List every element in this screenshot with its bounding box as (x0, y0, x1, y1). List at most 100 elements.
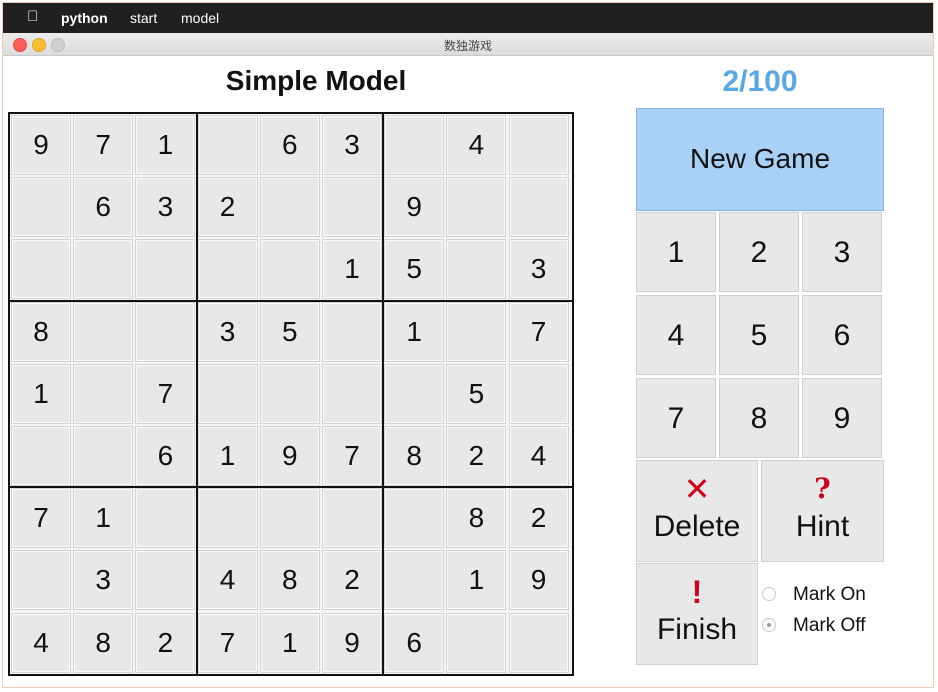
keypad-2-button[interactable]: 2 (719, 212, 799, 292)
sudoku-cell[interactable] (259, 488, 320, 549)
keypad-9-button[interactable]: 9 (802, 378, 882, 458)
sudoku-cell[interactable] (11, 426, 71, 486)
mark-on-radio-circle[interactable] (762, 587, 776, 601)
sudoku-cell[interactable]: 1 (197, 426, 258, 486)
sudoku-cell[interactable]: 7 (197, 612, 258, 673)
sudoku-cell[interactable]: 8 (259, 550, 320, 611)
sudoku-cell[interactable] (384, 488, 445, 549)
sudoku-cell[interactable] (197, 239, 258, 300)
sudoku-cell[interactable] (508, 115, 569, 175)
sudoku-cell[interactable] (73, 426, 134, 486)
keypad-4-button[interactable]: 4 (636, 295, 716, 375)
sudoku-cell[interactable] (197, 115, 258, 175)
keypad-3-button[interactable]: 3 (802, 212, 882, 292)
sudoku-cell[interactable] (446, 239, 507, 300)
sudoku-cell[interactable] (135, 239, 196, 300)
sudoku-cell[interactable] (446, 177, 507, 238)
sudoku-cell[interactable]: 5 (259, 301, 320, 362)
sudoku-cell[interactable] (259, 239, 320, 300)
sudoku-cell[interactable]: 9 (384, 177, 445, 238)
sudoku-cell[interactable] (384, 550, 445, 611)
sudoku-cell[interactable]: 6 (135, 426, 196, 486)
sudoku-cell[interactable]: 7 (135, 363, 196, 424)
sudoku-cell[interactable] (11, 239, 71, 300)
sudoku-cell[interactable]: 1 (135, 115, 196, 175)
sudoku-cell[interactable]: 1 (446, 550, 507, 611)
sudoku-cell[interactable]: 9 (259, 426, 320, 486)
sudoku-cell[interactable]: 5 (446, 363, 507, 424)
sudoku-cell[interactable] (508, 612, 569, 673)
sudoku-cell[interactable] (197, 488, 258, 549)
sudoku-cell[interactable]: 2 (322, 550, 382, 611)
keypad-1-button[interactable]: 1 (636, 212, 716, 292)
sudoku-cell[interactable] (259, 363, 320, 424)
sudoku-cell[interactable] (73, 301, 134, 362)
sudoku-cell[interactable]: 4 (508, 426, 569, 486)
delete-button[interactable]: ✕ Delete (636, 460, 758, 562)
sudoku-cell[interactable]: 2 (446, 426, 507, 486)
sudoku-cell[interactable]: 2 (197, 177, 258, 238)
sudoku-cell[interactable]: 7 (11, 488, 71, 549)
sudoku-cell[interactable]: 1 (384, 301, 445, 362)
sudoku-cell[interactable]: 7 (73, 115, 134, 175)
menu-model[interactable]: model (181, 10, 219, 26)
sudoku-cell[interactable] (11, 177, 71, 238)
sudoku-cell[interactable]: 5 (384, 239, 445, 300)
sudoku-cell[interactable] (446, 612, 507, 673)
sudoku-cell[interactable] (384, 115, 445, 175)
sudoku-cell[interactable]: 9 (11, 115, 71, 175)
sudoku-cell[interactable] (384, 363, 445, 424)
sudoku-cell[interactable]: 4 (197, 550, 258, 611)
sudoku-cell[interactable]: 3 (508, 239, 569, 300)
hint-button[interactable]: ? Hint (761, 460, 884, 562)
mark-off-radio-circle[interactable] (762, 618, 776, 632)
sudoku-cell[interactable]: 1 (322, 239, 382, 300)
sudoku-cell[interactable]: 8 (73, 612, 134, 673)
sudoku-cell[interactable]: 6 (384, 612, 445, 673)
sudoku-cell[interactable]: 1 (11, 363, 71, 424)
sudoku-cell[interactable] (508, 363, 569, 424)
sudoku-cell[interactable]: 8 (446, 488, 507, 549)
sudoku-cell[interactable]: 1 (73, 488, 134, 549)
sudoku-cell[interactable] (73, 363, 134, 424)
sudoku-cell[interactable] (135, 488, 196, 549)
finish-button[interactable]: ! Finish (636, 563, 758, 665)
sudoku-cell[interactable] (322, 177, 382, 238)
sudoku-cell[interactable]: 4 (11, 612, 71, 673)
sudoku-cell[interactable]: 7 (322, 426, 382, 486)
sudoku-cell[interactable]: 4 (446, 115, 507, 175)
new-game-button[interactable]: New Game (636, 108, 884, 211)
sudoku-cell[interactable] (322, 301, 382, 362)
sudoku-cell[interactable] (135, 550, 196, 611)
menu-start[interactable]: start (130, 10, 157, 26)
sudoku-cell[interactable]: 3 (322, 115, 382, 175)
sudoku-cell[interactable]: 3 (73, 550, 134, 611)
menu-python[interactable]: python (61, 10, 108, 26)
sudoku-cell[interactable] (259, 177, 320, 238)
keypad-7-button[interactable]: 7 (636, 378, 716, 458)
sudoku-cell[interactable]: 7 (508, 301, 569, 362)
keypad-5-button[interactable]: 5 (719, 295, 799, 375)
sudoku-cell[interactable]: 9 (508, 550, 569, 611)
sudoku-cell[interactable] (73, 239, 134, 300)
sudoku-cell[interactable]: 8 (11, 301, 71, 362)
sudoku-cell[interactable] (11, 550, 71, 611)
apple-icon[interactable]:  (27, 8, 38, 25)
keypad-8-button[interactable]: 8 (719, 378, 799, 458)
sudoku-cell[interactable] (322, 363, 382, 424)
sudoku-cell[interactable] (446, 301, 507, 362)
sudoku-cell[interactable]: 6 (259, 115, 320, 175)
keypad-6-button[interactable]: 6 (802, 295, 882, 375)
sudoku-cell[interactable]: 3 (197, 301, 258, 362)
sudoku-cell[interactable]: 3 (135, 177, 196, 238)
sudoku-cell[interactable]: 2 (508, 488, 569, 549)
sudoku-cell[interactable]: 2 (135, 612, 196, 673)
sudoku-cell[interactable] (135, 301, 196, 362)
sudoku-cell[interactable] (197, 363, 258, 424)
sudoku-cell[interactable] (508, 177, 569, 238)
sudoku-cell[interactable]: 8 (384, 426, 445, 486)
sudoku-cell[interactable]: 9 (322, 612, 382, 673)
sudoku-cell[interactable]: 1 (259, 612, 320, 673)
sudoku-cell[interactable] (322, 488, 382, 549)
sudoku-cell[interactable]: 6 (73, 177, 134, 238)
